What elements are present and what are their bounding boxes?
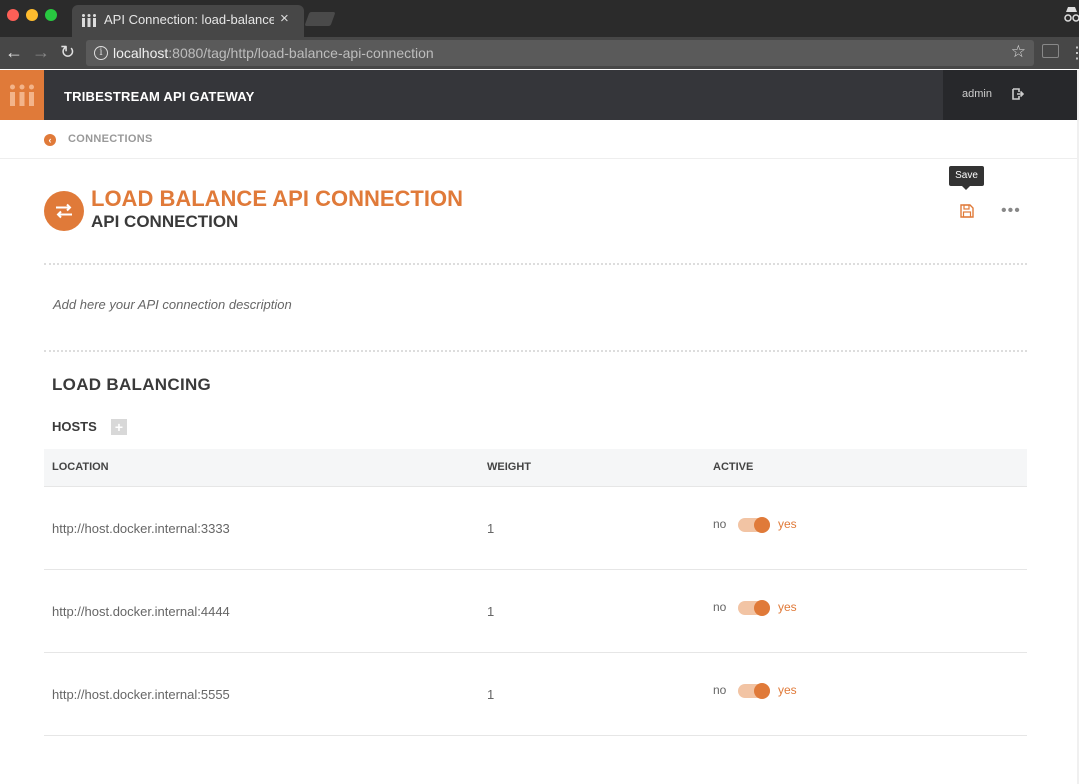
back-arrow-icon[interactable]: ← xyxy=(5,42,23,63)
tab-title: API Connection: load-balance-api-connect… xyxy=(104,12,274,27)
save-icon[interactable] xyxy=(959,203,975,219)
browser-menu-icon[interactable]: ⋮ xyxy=(1069,43,1079,63)
host-weight[interactable]: 1 xyxy=(487,521,494,536)
section-title-load-balancing: LOAD BALANCING xyxy=(52,375,212,394)
close-tab-icon[interactable]: × xyxy=(280,10,289,27)
table-header: LOCATION WEIGHT ACTIVE xyxy=(44,449,1027,487)
toggle-on-label: yes xyxy=(778,600,797,614)
site-info-icon[interactable]: i xyxy=(94,46,108,60)
toggle-knob xyxy=(754,683,770,699)
user-area: admin xyxy=(943,70,1079,120)
toggle-off-label: no xyxy=(713,683,727,697)
url-text: localhost:8080/tag/http/load-balance-api… xyxy=(113,45,434,61)
cast-icon[interactable] xyxy=(1042,44,1059,58)
table-row: http://host.docker.internal:5555 1 no ye… xyxy=(44,653,1027,736)
browser-titlebar: API Connection: load-balance-api-connect… xyxy=(0,0,1079,37)
forward-arrow-icon[interactable]: → xyxy=(32,42,50,63)
hosts-label: HOSTS xyxy=(52,419,97,434)
new-tab-button[interactable] xyxy=(304,12,336,26)
minimize-window-button[interactable] xyxy=(26,9,38,21)
table-row: http://host.docker.internal:4444 1 no ye… xyxy=(44,570,1027,653)
address-bar[interactable]: i localhost:8080/tag/http/load-balance-a… xyxy=(86,40,1034,66)
active-toggle[interactable] xyxy=(738,517,770,533)
column-header-active: ACTIVE xyxy=(713,461,754,473)
chevron-left-icon[interactable]: ‹ xyxy=(44,134,56,146)
save-tooltip: Save xyxy=(949,166,984,190)
active-toggle[interactable] xyxy=(738,683,770,699)
host-location[interactable]: http://host.docker.internal:3333 xyxy=(52,521,230,536)
toggle-knob xyxy=(754,517,770,533)
page-title[interactable]: LOAD BALANCE API CONNECTION xyxy=(91,186,463,212)
column-header-weight: WEIGHT xyxy=(487,461,531,473)
toggle-on-label: yes xyxy=(778,517,797,531)
tribestream-logo[interactable] xyxy=(0,70,44,120)
toggle-off-label: no xyxy=(713,600,727,614)
toggle-knob xyxy=(754,600,770,616)
divider xyxy=(44,350,1027,352)
more-options-icon[interactable]: ••• xyxy=(1001,202,1021,220)
bookmark-star-icon[interactable]: ☆ xyxy=(1011,42,1026,62)
add-host-button[interactable]: + xyxy=(111,419,127,435)
host-location[interactable]: http://host.docker.internal:4444 xyxy=(52,604,230,619)
connection-type-icon xyxy=(44,191,84,231)
incognito-icon xyxy=(1064,7,1079,22)
page-subtitle: API CONNECTION xyxy=(91,212,239,231)
column-header-location: LOCATION xyxy=(52,461,109,473)
toggle-off-label: no xyxy=(713,517,727,531)
maximize-window-button[interactable] xyxy=(45,9,57,21)
host-weight[interactable]: 1 xyxy=(487,604,494,619)
app-header: TRIBESTREAM API GATEWAY admin xyxy=(0,70,1079,120)
description-field[interactable]: Add here your API connection description xyxy=(53,297,292,312)
active-toggle[interactable] xyxy=(738,600,770,616)
host-location[interactable]: http://host.docker.internal:5555 xyxy=(52,687,230,702)
divider xyxy=(44,263,1027,265)
brand-name[interactable]: TRIBESTREAM API GATEWAY xyxy=(64,89,254,104)
breadcrumb: ‹ CONNECTIONS xyxy=(0,120,1079,159)
tribestream-logo-icon xyxy=(10,84,34,106)
browser-toolbar: ← → ↻ i localhost:8080/tag/http/load-bal… xyxy=(0,37,1079,69)
username[interactable]: admin xyxy=(962,88,992,100)
toggle-on-label: yes xyxy=(778,683,797,697)
tribestream-favicon-icon xyxy=(82,14,96,27)
close-window-button[interactable] xyxy=(7,9,19,21)
browser-tab[interactable]: API Connection: load-balance-api-connect… xyxy=(72,5,304,37)
host-weight[interactable]: 1 xyxy=(487,687,494,702)
table-row: http://host.docker.internal:3333 1 no ye… xyxy=(44,487,1027,570)
logout-icon[interactable] xyxy=(1012,88,1024,100)
reload-icon[interactable]: ↻ xyxy=(60,42,75,63)
swap-arrows-icon xyxy=(56,203,72,219)
breadcrumb-connections-link[interactable]: CONNECTIONS xyxy=(68,133,153,145)
